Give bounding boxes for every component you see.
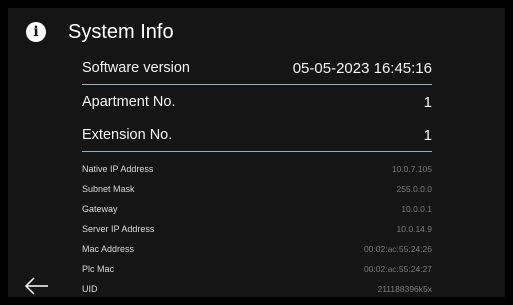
gateway-row: Gateway 10.0.0.1 [82, 202, 432, 216]
native-ip-row: Native IP Address 10.0.7.105 [82, 162, 432, 176]
arrow-left-icon [24, 277, 48, 295]
back-button[interactable] [24, 276, 50, 296]
apartment-no-row: Apartment No. 1 [82, 92, 432, 112]
gateway-value: 10.0.0.1 [401, 204, 432, 214]
uid-row: UID 211188396k5x [82, 282, 432, 296]
server-ip-label: Server IP Address [82, 224, 155, 234]
subnet-mask-value: 255.0.0.0 [396, 184, 432, 194]
apartment-no-value: 1 [423, 93, 432, 111]
gateway-label: Gateway [82, 204, 118, 214]
mac-address-value: 00:02:ac:55:24:26 [363, 244, 432, 254]
native-ip-label: Native IP Address [82, 164, 154, 174]
system-info-screen: i System Info Software version 05-05-202… [0, 0, 513, 305]
software-version-label: Software version [82, 60, 190, 76]
extension-no-label: Extension No. [82, 127, 173, 143]
apartment-no-label: Apartment No. [82, 94, 176, 110]
page-title: System Info [68, 21, 174, 43]
subnet-mask-row: Subnet Mask 255.0.0.0 [82, 182, 432, 196]
extension-no-value: 1 [423, 126, 432, 144]
software-version-value: 05-05-2023 16:45:16 [292, 59, 432, 77]
server-ip-value: 10.0.14.9 [396, 224, 432, 234]
plc-mac-label: Plc Mac [82, 264, 115, 274]
info-icon: i [26, 22, 46, 42]
extension-no-row: Extension No. 1 [82, 125, 432, 145]
uid-value: 211188396k5x [377, 284, 432, 294]
divider [82, 151, 432, 152]
mac-address-label: Mac Address [82, 244, 135, 254]
plc-mac-row: Plc Mac 00:02:ac:55:24:27 [82, 262, 432, 276]
uid-label: UID [82, 284, 98, 294]
plc-mac-value: 00:02:ac:55:24:27 [363, 264, 432, 274]
software-version-row: Software version 05-05-2023 16:45:16 [82, 58, 432, 78]
server-ip-row: Server IP Address 10.0.14.9 [82, 222, 432, 236]
divider [82, 84, 432, 85]
native-ip-value: 10.0.7.105 [391, 164, 432, 174]
subnet-mask-label: Subnet Mask [82, 184, 135, 194]
mac-address-row: Mac Address 00:02:ac:55:24:26 [82, 242, 432, 256]
